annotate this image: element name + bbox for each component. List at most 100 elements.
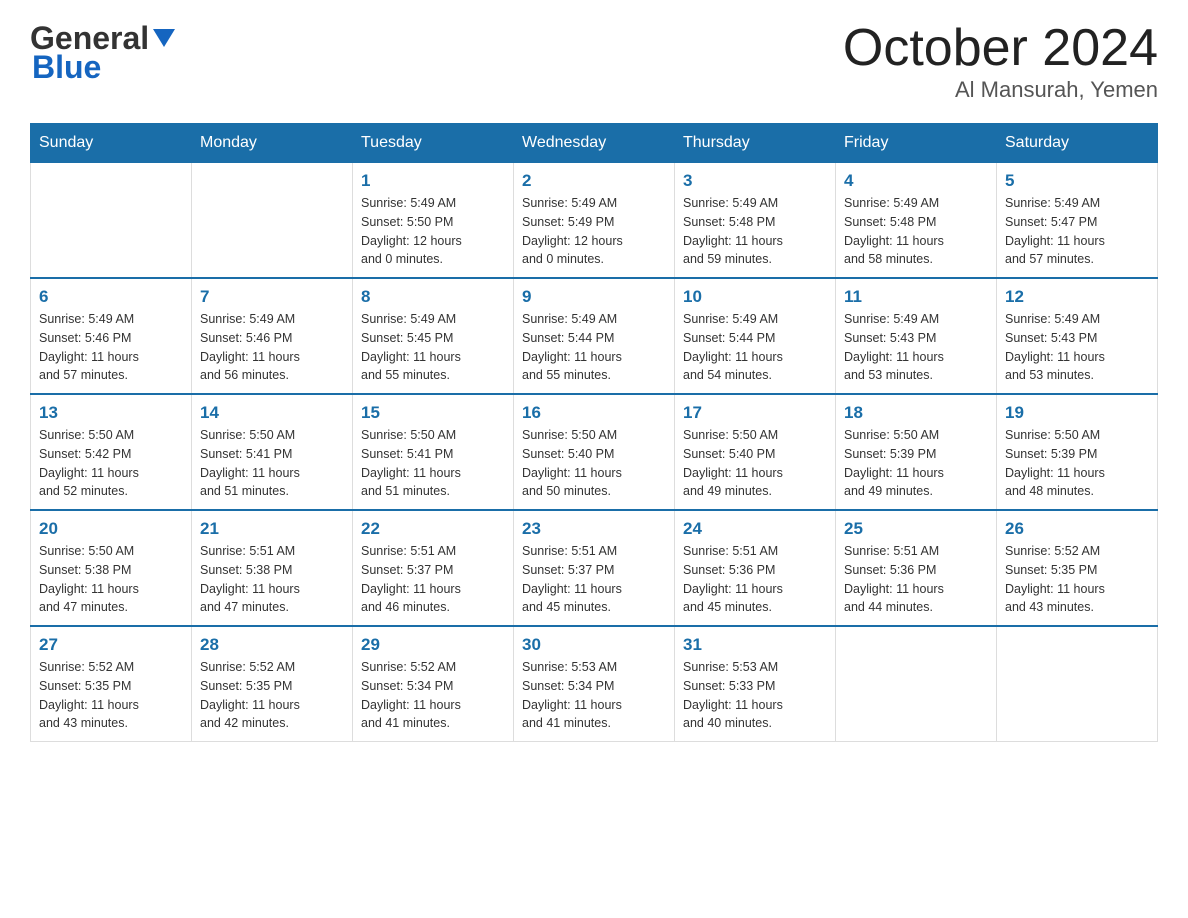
calendar-cell-w4-d5: 25 Sunrise: 5:51 AM Sunset: 5:36 PM Dayli… xyxy=(836,510,997,626)
day-info: Sunrise: 5:49 AM Sunset: 5:48 PM Dayligh… xyxy=(683,194,827,269)
logo-arrow-icon xyxy=(153,29,175,47)
calendar-cell-w1-d2: 1 Sunrise: 5:49 AM Sunset: 5:50 PM Daylig… xyxy=(353,163,514,279)
day-info: Sunrise: 5:50 AM Sunset: 5:41 PM Dayligh… xyxy=(200,426,344,501)
day-info: Sunrise: 5:49 AM Sunset: 5:45 PM Dayligh… xyxy=(361,310,505,385)
calendar-cell-w1-d4: 3Sunrise: 5:49 AM Sunset: 5:48 PM Daylig… xyxy=(675,163,836,279)
day-number: 1 xyxy=(361,171,505,191)
calendar-cell-w3-d0: 13 Sunrise: 5:50 AM Sunset: 5:42 PM Dayli… xyxy=(31,394,192,510)
day-number: 5 xyxy=(1005,171,1149,191)
calendar-cell-w4-d3: 23 Sunrise: 5:51 AM Sunset: 5:37 PM Dayli… xyxy=(514,510,675,626)
day-number: 24 xyxy=(683,519,827,539)
calendar-cell-w2-d2: 8Sunrise: 5:49 AM Sunset: 5:45 PM Daylig… xyxy=(353,278,514,394)
calendar-cell-w2-d6: 12 Sunrise: 5:49 AM Sunset: 5:43 PM Dayli… xyxy=(997,278,1158,394)
day-info: Sunrise: 5:49 AM Sunset: 5:49 PM Dayligh… xyxy=(522,194,666,269)
col-wednesday: Wednesday xyxy=(514,124,675,163)
calendar-cell-w5-d6 xyxy=(997,626,1158,742)
week-row-4: 20Sunrise: 5:50 AM Sunset: 5:38 PM Dayli… xyxy=(31,510,1158,626)
calendar-cell-w4-d0: 20Sunrise: 5:50 AM Sunset: 5:38 PM Dayli… xyxy=(31,510,192,626)
day-number: 13 xyxy=(39,403,183,423)
day-info: Sunrise: 5:49 AM Sunset: 5:46 PM Dayligh… xyxy=(39,310,183,385)
calendar-cell-w1-d0 xyxy=(31,163,192,279)
day-info: Sunrise: 5:50 AM Sunset: 5:41 PM Dayligh… xyxy=(361,426,505,501)
calendar-cell-w3-d6: 19 Sunrise: 5:50 AM Sunset: 5:39 PM Dayli… xyxy=(997,394,1158,510)
calendar-cell-w4-d6: 26 Sunrise: 5:52 AM Sunset: 5:35 PM Dayli… xyxy=(997,510,1158,626)
calendar-cell-w5-d2: 29 Sunrise: 5:52 AM Sunset: 5:34 PM Dayli… xyxy=(353,626,514,742)
day-number: 21 xyxy=(200,519,344,539)
title-block: October 2024 Al Mansurah, Yemen xyxy=(843,20,1158,103)
day-info: Sunrise: 5:50 AM Sunset: 5:40 PM Dayligh… xyxy=(683,426,827,501)
calendar-table: Sunday Monday Tuesday Wednesday Thursday… xyxy=(30,123,1158,742)
col-monday: Monday xyxy=(192,124,353,163)
logo: General Blue xyxy=(30,20,175,86)
day-number: 12 xyxy=(1005,287,1149,307)
day-info: Sunrise: 5:49 AM Sunset: 5:48 PM Dayligh… xyxy=(844,194,988,269)
col-saturday: Saturday xyxy=(997,124,1158,163)
day-info: Sunrise: 5:51 AM Sunset: 5:36 PM Dayligh… xyxy=(844,542,988,617)
day-number: 26 xyxy=(1005,519,1149,539)
day-number: 4 xyxy=(844,171,988,191)
day-info: Sunrise: 5:50 AM Sunset: 5:42 PM Dayligh… xyxy=(39,426,183,501)
day-info: Sunrise: 5:52 AM Sunset: 5:34 PM Dayligh… xyxy=(361,658,505,733)
day-info: Sunrise: 5:49 AM Sunset: 5:43 PM Dayligh… xyxy=(1005,310,1149,385)
calendar-cell-w1-d5: 4 Sunrise: 5:49 AM Sunset: 5:48 PM Daylig… xyxy=(836,163,997,279)
day-info: Sunrise: 5:51 AM Sunset: 5:36 PM Dayligh… xyxy=(683,542,827,617)
day-info: Sunrise: 5:51 AM Sunset: 5:37 PM Dayligh… xyxy=(522,542,666,617)
calendar-cell-w3-d2: 15Sunrise: 5:50 AM Sunset: 5:41 PM Dayli… xyxy=(353,394,514,510)
day-number: 25 xyxy=(844,519,988,539)
day-info: Sunrise: 5:52 AM Sunset: 5:35 PM Dayligh… xyxy=(1005,542,1149,617)
day-info: Sunrise: 5:52 AM Sunset: 5:35 PM Dayligh… xyxy=(39,658,183,733)
day-info: Sunrise: 5:50 AM Sunset: 5:39 PM Dayligh… xyxy=(1005,426,1149,501)
calendar-cell-w2-d3: 9Sunrise: 5:49 AM Sunset: 5:44 PM Daylig… xyxy=(514,278,675,394)
calendar-cell-w2-d5: 11 Sunrise: 5:49 AM Sunset: 5:43 PM Dayli… xyxy=(836,278,997,394)
calendar-cell-w2-d4: 10 Sunrise: 5:49 AM Sunset: 5:44 PM Dayli… xyxy=(675,278,836,394)
day-number: 11 xyxy=(844,287,988,307)
calendar-cell-w3-d1: 14 Sunrise: 5:50 AM Sunset: 5:41 PM Dayli… xyxy=(192,394,353,510)
day-number: 7 xyxy=(200,287,344,307)
calendar-cell-w5-d1: 28 Sunrise: 5:52 AM Sunset: 5:35 PM Dayli… xyxy=(192,626,353,742)
calendar-cell-w1-d3: 2 Sunrise: 5:49 AM Sunset: 5:49 PM Daylig… xyxy=(514,163,675,279)
calendar-cell-w4-d2: 22Sunrise: 5:51 AM Sunset: 5:37 PM Dayli… xyxy=(353,510,514,626)
day-info: Sunrise: 5:53 AM Sunset: 5:34 PM Dayligh… xyxy=(522,658,666,733)
day-number: 29 xyxy=(361,635,505,655)
day-info: Sunrise: 5:53 AM Sunset: 5:33 PM Dayligh… xyxy=(683,658,827,733)
day-number: 19 xyxy=(1005,403,1149,423)
day-number: 27 xyxy=(39,635,183,655)
calendar-header-row: Sunday Monday Tuesday Wednesday Thursday… xyxy=(31,124,1158,163)
calendar-cell-w5-d4: 31 Sunrise: 5:53 AM Sunset: 5:33 PM Dayli… xyxy=(675,626,836,742)
page-subtitle: Al Mansurah, Yemen xyxy=(843,77,1158,103)
day-number: 23 xyxy=(522,519,666,539)
calendar-cell-w2-d1: 7 Sunrise: 5:49 AM Sunset: 5:46 PM Daylig… xyxy=(192,278,353,394)
day-info: Sunrise: 5:49 AM Sunset: 5:47 PM Dayligh… xyxy=(1005,194,1149,269)
day-number: 2 xyxy=(522,171,666,191)
col-friday: Friday xyxy=(836,124,997,163)
day-number: 20 xyxy=(39,519,183,539)
week-row-3: 13 Sunrise: 5:50 AM Sunset: 5:42 PM Dayli… xyxy=(31,394,1158,510)
week-row-5: 27 Sunrise: 5:52 AM Sunset: 5:35 PM Dayli… xyxy=(31,626,1158,742)
day-number: 10 xyxy=(683,287,827,307)
col-thursday: Thursday xyxy=(675,124,836,163)
calendar-cell-w5-d3: 30Sunrise: 5:53 AM Sunset: 5:34 PM Dayli… xyxy=(514,626,675,742)
day-info: Sunrise: 5:51 AM Sunset: 5:38 PM Dayligh… xyxy=(200,542,344,617)
day-info: Sunrise: 5:49 AM Sunset: 5:43 PM Dayligh… xyxy=(844,310,988,385)
day-info: Sunrise: 5:49 AM Sunset: 5:46 PM Dayligh… xyxy=(200,310,344,385)
page-title: October 2024 xyxy=(843,20,1158,77)
day-info: Sunrise: 5:52 AM Sunset: 5:35 PM Dayligh… xyxy=(200,658,344,733)
day-number: 28 xyxy=(200,635,344,655)
day-number: 31 xyxy=(683,635,827,655)
day-info: Sunrise: 5:50 AM Sunset: 5:39 PM Dayligh… xyxy=(844,426,988,501)
day-info: Sunrise: 5:49 AM Sunset: 5:44 PM Dayligh… xyxy=(683,310,827,385)
week-row-1: 1 Sunrise: 5:49 AM Sunset: 5:50 PM Daylig… xyxy=(31,163,1158,279)
calendar-cell-w2-d0: 6 Sunrise: 5:49 AM Sunset: 5:46 PM Daylig… xyxy=(31,278,192,394)
col-sunday: Sunday xyxy=(31,124,192,163)
day-info: Sunrise: 5:50 AM Sunset: 5:40 PM Dayligh… xyxy=(522,426,666,501)
day-info: Sunrise: 5:49 AM Sunset: 5:50 PM Dayligh… xyxy=(361,194,505,269)
calendar-cell-w5-d5 xyxy=(836,626,997,742)
day-number: 22 xyxy=(361,519,505,539)
day-number: 18 xyxy=(844,403,988,423)
calendar-cell-w1-d6: 5 Sunrise: 5:49 AM Sunset: 5:47 PM Daylig… xyxy=(997,163,1158,279)
calendar-cell-w5-d0: 27 Sunrise: 5:52 AM Sunset: 5:35 PM Dayli… xyxy=(31,626,192,742)
day-number: 14 xyxy=(200,403,344,423)
day-number: 6 xyxy=(39,287,183,307)
calendar-cell-w4-d1: 21 Sunrise: 5:51 AM Sunset: 5:38 PM Dayli… xyxy=(192,510,353,626)
calendar-cell-w3-d3: 16Sunrise: 5:50 AM Sunset: 5:40 PM Dayli… xyxy=(514,394,675,510)
